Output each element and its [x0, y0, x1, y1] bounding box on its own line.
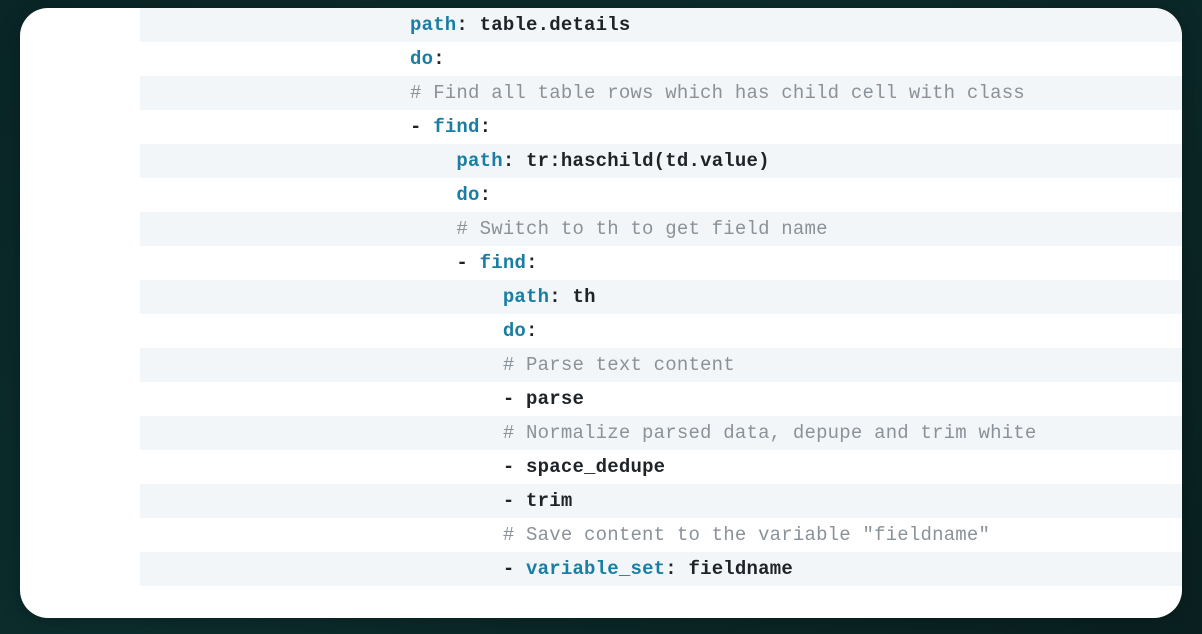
code-line: # Parse text content	[140, 348, 1182, 382]
token-dash: -	[503, 490, 526, 512]
token-colon: :	[526, 320, 538, 342]
token-key: path	[456, 150, 502, 172]
token-key: find	[433, 116, 479, 138]
token-dash: -	[503, 456, 526, 478]
code-line: do:	[140, 178, 1182, 212]
code-line: - find:	[140, 246, 1182, 280]
indent	[410, 218, 456, 240]
token-comment: # Switch to th to get field name	[456, 218, 827, 240]
token-text: table.details	[480, 14, 631, 36]
code-line: # Normalize parsed data, depupe and trim…	[140, 416, 1182, 450]
indent	[410, 150, 456, 172]
token-dash: -	[503, 558, 526, 580]
code-line: do:	[140, 314, 1182, 348]
token-colon: :	[456, 14, 479, 36]
code-line: path: tr:haschild(td.value)	[140, 144, 1182, 178]
code-line: - trim	[140, 484, 1182, 518]
token-colon: :	[549, 286, 572, 308]
indent	[410, 354, 503, 376]
token-key: find	[480, 252, 526, 274]
token-text: fieldname	[689, 558, 793, 580]
token-text: tr:haschild(td.value)	[526, 150, 770, 172]
token-comment: # Find all table rows which has child ce…	[410, 82, 1025, 104]
code-line: - variable_set: fieldname	[140, 552, 1182, 586]
code-line: path: th	[140, 280, 1182, 314]
token-key: variable_set	[526, 558, 665, 580]
code-line: # Switch to th to get field name	[140, 212, 1182, 246]
indent	[410, 490, 503, 512]
token-comment: # Save content to the variable "fieldnam…	[503, 524, 990, 546]
token-comment: # Normalize parsed data, depupe and trim…	[503, 422, 1037, 444]
token-colon: :	[480, 116, 492, 138]
token-key: do	[503, 320, 526, 342]
token-key: do	[456, 184, 479, 206]
token-colon: :	[503, 150, 526, 172]
token-dash: -	[410, 116, 433, 138]
token-text: th	[572, 286, 595, 308]
indent	[410, 320, 503, 342]
token-text: space_dedupe	[526, 456, 665, 478]
indent	[410, 252, 456, 274]
token-key: do	[410, 48, 433, 70]
code-card: path: table.detailsdo:# Find all table r…	[20, 8, 1182, 618]
token-text: parse	[526, 388, 584, 410]
token-colon: :	[665, 558, 688, 580]
indent	[410, 184, 456, 206]
token-dash: -	[456, 252, 479, 274]
token-dash: -	[503, 388, 526, 410]
token-comment: # Parse text content	[503, 354, 735, 376]
code-line: - parse	[140, 382, 1182, 416]
code-block: path: table.detailsdo:# Find all table r…	[140, 8, 1182, 618]
token-key: path	[410, 14, 456, 36]
token-text: trim	[526, 490, 572, 512]
code-line: - find:	[140, 110, 1182, 144]
token-colon: :	[433, 48, 445, 70]
indent	[410, 422, 503, 444]
code-line: # Save content to the variable "fieldnam…	[140, 518, 1182, 552]
indent	[410, 456, 503, 478]
indent	[410, 524, 503, 546]
token-colon: :	[526, 252, 538, 274]
token-key: path	[503, 286, 549, 308]
indent	[410, 558, 503, 580]
indent	[410, 388, 503, 410]
token-colon: :	[480, 184, 492, 206]
code-line: do:	[140, 42, 1182, 76]
indent	[410, 286, 503, 308]
code-line: # Find all table rows which has child ce…	[140, 76, 1182, 110]
code-line: path: table.details	[140, 8, 1182, 42]
code-line: - space_dedupe	[140, 450, 1182, 484]
